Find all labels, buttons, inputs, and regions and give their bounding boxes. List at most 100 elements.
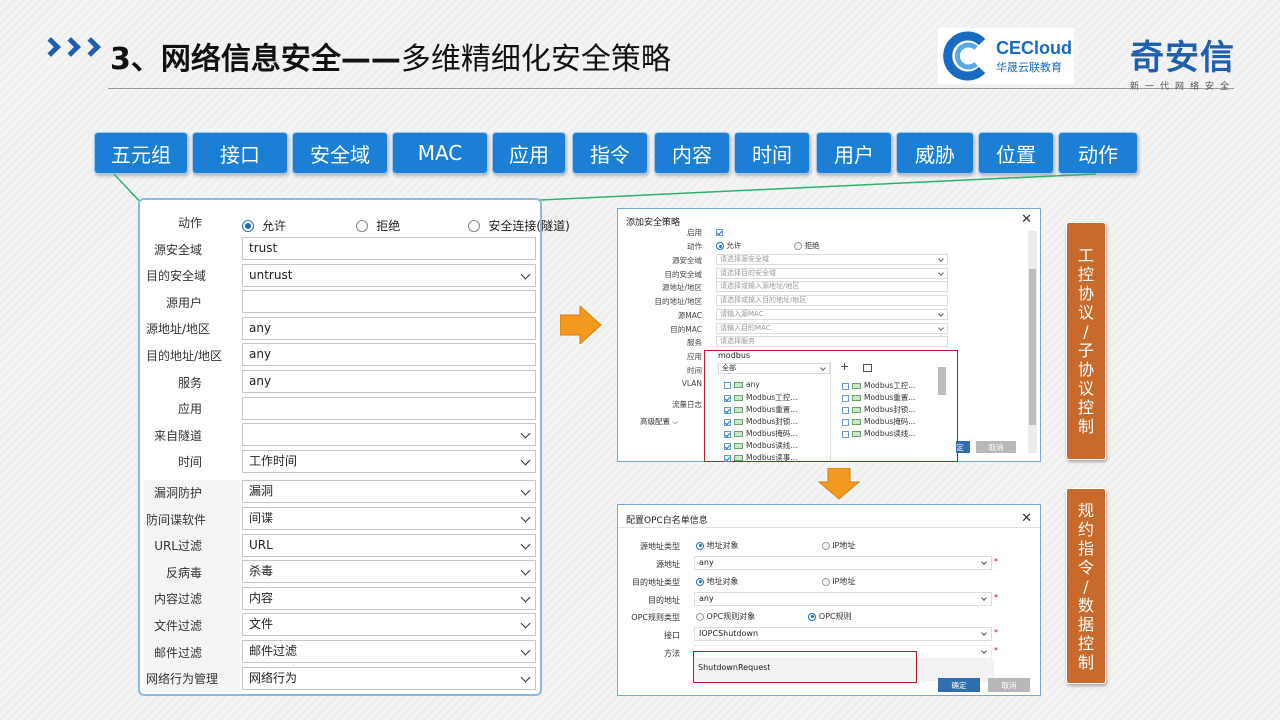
tab-five-tuple[interactable]: 五元组 [94, 132, 188, 174]
src-select[interactable]: any [694, 556, 992, 570]
d1-row-input[interactable]: 请选择或输入源地址/地区 [716, 281, 948, 293]
form-row-value: 工作时间 [249, 453, 298, 468]
action-label: 动作 [177, 215, 202, 230]
dst-select[interactable]: any [694, 592, 992, 606]
tab-application[interactable]: 应用 [492, 132, 566, 174]
opc-close-icon[interactable]: ✕ [1021, 511, 1032, 526]
form-row-input[interactable]: any [242, 343, 536, 367]
form-row-select[interactable]: 杀毒 [242, 560, 536, 584]
iface-required-star: * [994, 628, 998, 637]
slide: 3、网络信息安全——多维精细化安全策略 CECloud 华晟云联教育 奇安信 新… [0, 0, 1280, 720]
form-row-select[interactable]: 工作时间 [242, 449, 536, 473]
app-list-item[interactable]: Modbus掩码... [724, 428, 797, 439]
tab-time[interactable]: 时间 [734, 132, 810, 174]
form-row: 来自隧道 [146, 423, 536, 447]
form-row-select[interactable]: untrust [242, 263, 536, 287]
tab-user[interactable]: 用户 [816, 132, 892, 174]
folder-icon [734, 455, 743, 461]
app-list-item[interactable]: Modbus读事... [724, 452, 797, 463]
form-row-select[interactable] [242, 423, 536, 447]
dst-radio-ip[interactable] [821, 577, 830, 586]
form-row: 目的地址/地区 any [146, 343, 536, 367]
form-row-input[interactable] [242, 396, 536, 420]
d1-log-label: 流量日志 [672, 400, 702, 409]
iface-select[interactable]: IOPCShutdown [694, 627, 992, 641]
tab-command[interactable]: 指令 [572, 132, 648, 174]
dst-radio-addr-obj[interactable] [696, 577, 704, 586]
form-row-input[interactable] [242, 290, 536, 314]
form-row-select[interactable]: 内容 [242, 586, 536, 610]
cecloud-en: CECloud [996, 37, 1072, 58]
form-row-input[interactable]: trust [242, 237, 536, 260]
rule-radio-rule[interactable] [808, 612, 817, 621]
iface-label: 接口 [664, 631, 680, 640]
radio-deny[interactable] [356, 219, 369, 232]
form-row-label: 源用户 [165, 295, 202, 310]
app-list-item[interactable]: Modbus重置... [842, 392, 915, 403]
action-row: 动作 允许 拒绝 安全连接(隧道) [146, 210, 570, 234]
app-list-item[interactable]: Modbus封锁... [724, 416, 797, 427]
checkbox [842, 394, 849, 402]
rule-radio-obj[interactable] [696, 612, 704, 621]
form-row-select[interactable]: 邮件过滤 [242, 640, 536, 663]
method-option[interactable]: ShutdownRequest [698, 663, 770, 672]
app-list-item[interactable]: any [724, 380, 760, 389]
tab-security-zone[interactable]: 安全域 [292, 132, 388, 174]
src-radio-addr-obj[interactable] [696, 541, 704, 550]
d1-row-select[interactable]: 请输入源MAC [716, 308, 948, 320]
tab-action[interactable]: 动作 [1058, 132, 1138, 174]
form-row-select[interactable]: 网络行为 [242, 666, 536, 690]
d1-radio-deny[interactable] [794, 242, 803, 250]
d1-radio-allow[interactable] [716, 242, 724, 250]
checkbox [842, 406, 849, 414]
d1-row-select[interactable]: 请选择目的安全域 [716, 267, 948, 279]
scrollbar-thumb[interactable] [1029, 269, 1036, 425]
title-divider [108, 88, 1234, 89]
app-filter-select[interactable]: 全部 [718, 363, 830, 374]
d1-row-input[interactable]: 请选择服务 [716, 336, 948, 348]
form-row-select[interactable]: URL [242, 533, 536, 557]
close-icon[interactable]: ✕ [1021, 212, 1032, 227]
src-radio-ip[interactable] [821, 541, 830, 550]
d1-row-input[interactable]: 请选择或输入目的地址/地区 [716, 295, 948, 307]
tab-mac[interactable]: MAC [392, 132, 488, 174]
form-row-label: 漏洞防护 [153, 485, 202, 500]
app-list-item[interactable]: Modbus读线... [724, 440, 797, 451]
tab-location[interactable]: 位置 [978, 132, 1054, 174]
tab-content[interactable]: 内容 [654, 132, 730, 174]
form-row: 源用户 [146, 290, 536, 314]
radio-tunnel[interactable] [468, 219, 481, 232]
d1-row-select[interactable]: 请选择源安全域 [716, 254, 948, 265]
d1-app-value: modbus [718, 351, 751, 360]
form-row-select[interactable]: 文件 [242, 613, 536, 637]
form-row-value: 网络行为 [249, 670, 298, 685]
enable-checkbox[interactable] [716, 229, 723, 236]
app-list-item[interactable]: Modbus封锁... [842, 404, 915, 415]
opc-cancel-button[interactable]: 取消 [988, 678, 1030, 692]
qax-logo: 奇安信 新一代网络安全 [1130, 30, 1235, 92]
d1-row-select[interactable]: 请输入目的MAC [716, 322, 948, 334]
picker-scrollbar[interactable] [938, 367, 946, 395]
app-list-item[interactable]: Modbus工控... [842, 380, 915, 391]
d1-confirm-button[interactable]: 定 [956, 441, 970, 453]
folder-icon[interactable] [863, 364, 872, 372]
tab-threat[interactable]: 威胁 [896, 132, 974, 174]
app-list-item[interactable]: Modbus掩码... [842, 416, 915, 427]
form-row-input[interactable]: any [242, 316, 536, 340]
radio-allow[interactable] [242, 219, 254, 232]
side-label-char: 据 [1077, 614, 1094, 634]
form-row-select[interactable]: 间谍 [242, 507, 536, 530]
form-row-input[interactable]: any [242, 370, 536, 393]
app-list-item[interactable]: Modbus工控... [724, 392, 797, 403]
d1-row-label: 源地址/地区 [661, 283, 702, 293]
add-icon[interactable]: + [840, 360, 849, 373]
checkbox [842, 382, 849, 390]
d1-cancel-button[interactable]: 取消 [976, 441, 1016, 453]
side-label-char: 令 [1077, 557, 1094, 577]
app-list-item[interactable]: Modbus重置... [724, 404, 797, 415]
opc-confirm-button[interactable]: 确定 [938, 678, 980, 692]
app-list-item[interactable]: Modbus读线... [842, 428, 915, 439]
tab-interface[interactable]: 接口 [192, 132, 288, 174]
form-row-select[interactable]: 漏洞 [242, 480, 536, 504]
advanced-config-toggle[interactable]: 高级配置 ⌵ [640, 416, 678, 427]
